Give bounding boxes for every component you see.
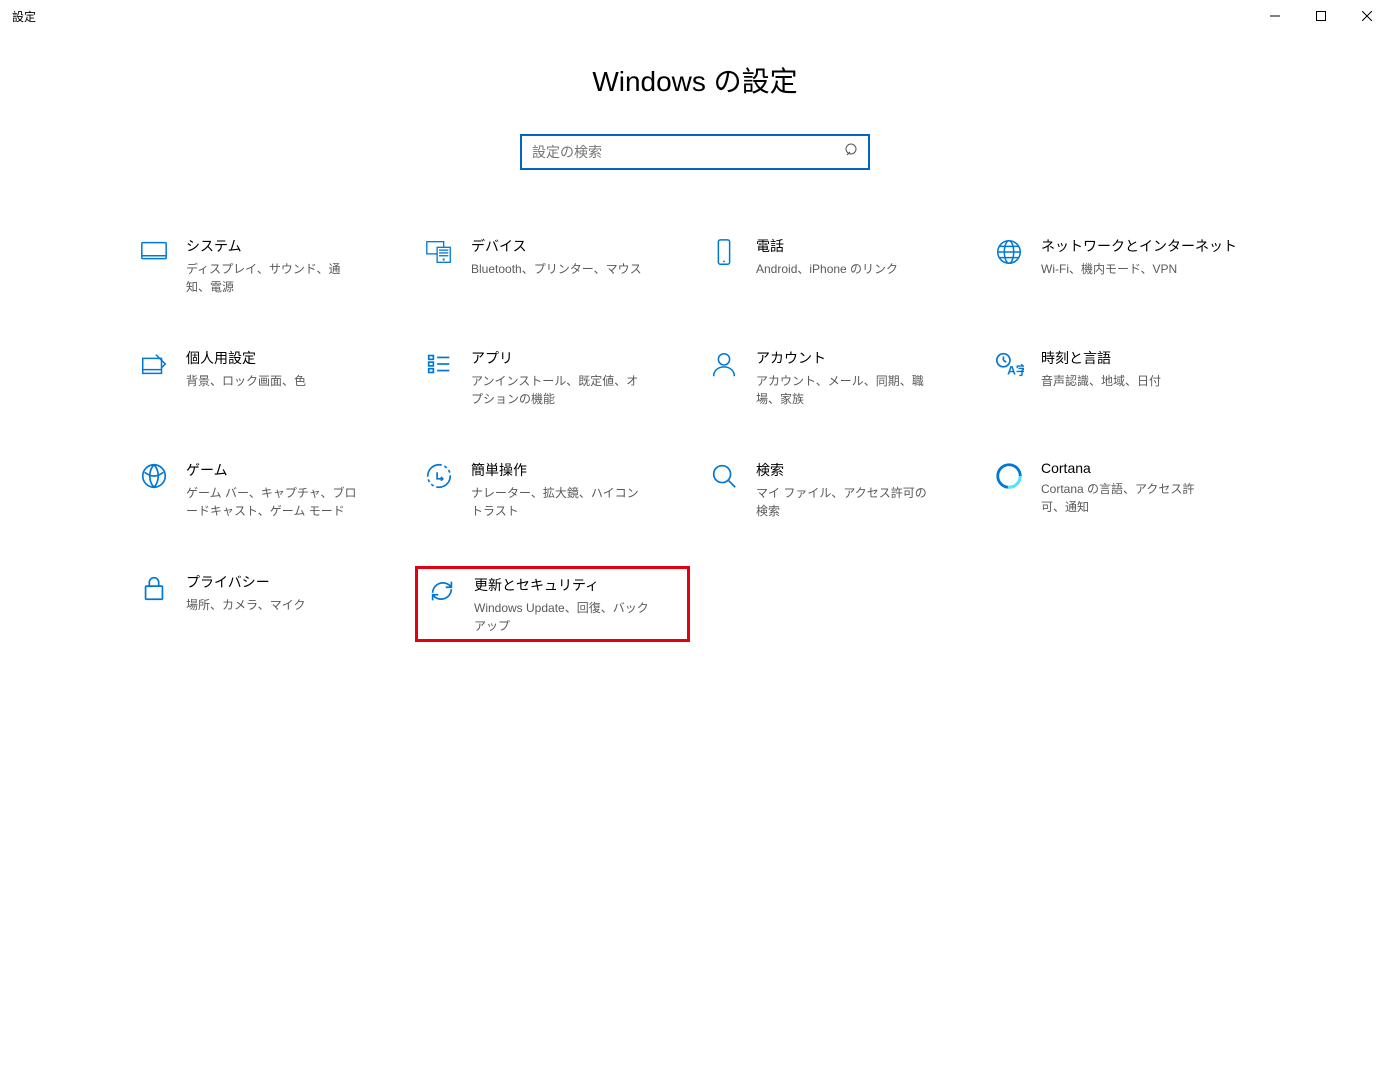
page-title: Windows の設定 (0, 60, 1390, 100)
window-title: 設定 (12, 8, 36, 25)
globe-icon (991, 234, 1027, 270)
tile-title: ゲーム (186, 460, 397, 480)
tile-title: 検索 (756, 460, 967, 480)
tile-subtitle: 音声認識、地域、日付 (1041, 372, 1216, 390)
tile-title: 簡単操作 (471, 460, 682, 480)
tile-title: ネットワークとインターネット (1041, 236, 1252, 256)
tile-subtitle: マイ ファイル、アクセス許可の検索 (756, 484, 931, 520)
tile-title: システム (186, 236, 397, 256)
tile-subtitle: Windows Update、回復、バックアップ (474, 599, 649, 635)
tile-gaming[interactable]: ゲーム ゲーム バー、キャプチャ、ブロードキャスト、ゲーム モード (130, 454, 405, 524)
tile-phone[interactable]: 電話 Android、iPhone のリンク (700, 230, 975, 300)
privacy-icon (136, 570, 172, 606)
tile-personalization[interactable]: 個人用設定 背景、ロック画面、色 (130, 342, 405, 412)
tile-title: 更新とセキュリティ (474, 575, 679, 595)
titlebar: 設定 (0, 0, 1390, 32)
svg-text:A字: A字 (1007, 362, 1024, 377)
search-container (0, 134, 1390, 170)
personalization-icon (136, 346, 172, 382)
tile-system[interactable]: システム ディスプレイ、サウンド、通知、電源 (130, 230, 405, 300)
tile-title: デバイス (471, 236, 682, 256)
tile-title: Cortana (1041, 460, 1252, 476)
search-category-icon (706, 458, 742, 494)
tile-subtitle: 背景、ロック画面、色 (186, 372, 361, 390)
tile-search[interactable]: 検索 マイ ファイル、アクセス許可の検索 (700, 454, 975, 524)
tile-accounts[interactable]: アカウント アカウント、メール、同期、職場、家族 (700, 342, 975, 412)
search-box[interactable] (520, 134, 870, 170)
tile-subtitle: Bluetooth、プリンター、マウス (471, 260, 646, 278)
tile-apps[interactable]: アプリ アンインストール、既定値、オプションの機能 (415, 342, 690, 412)
window-controls (1252, 0, 1390, 32)
tile-subtitle: ナレーター、拡大鏡、ハイコントラスト (471, 484, 646, 520)
tile-subtitle: ゲーム バー、キャプチャ、ブロードキャスト、ゲーム モード (186, 484, 361, 520)
search-icon (844, 142, 860, 163)
minimize-button[interactable] (1252, 0, 1298, 32)
time-language-icon: A字 (991, 346, 1027, 382)
maximize-button[interactable] (1298, 0, 1344, 32)
search-input[interactable] (532, 144, 844, 160)
tile-subtitle: Android、iPhone のリンク (756, 260, 931, 278)
settings-grid: システム ディスプレイ、サウンド、通知、電源 デバイス Bluetooth、プリ… (130, 230, 1260, 642)
ease-of-access-icon (421, 458, 457, 494)
tile-ease-of-access[interactable]: 簡単操作 ナレーター、拡大鏡、ハイコントラスト (415, 454, 690, 524)
system-icon (136, 234, 172, 270)
gaming-icon (136, 458, 172, 494)
tile-time-language[interactable]: A字 時刻と言語 音声認識、地域、日付 (985, 342, 1260, 412)
tile-network[interactable]: ネットワークとインターネット Wi-Fi、機内モード、VPN (985, 230, 1260, 300)
apps-icon (421, 346, 457, 382)
tile-title: 個人用設定 (186, 348, 397, 368)
tile-title: 電話 (756, 236, 967, 256)
update-icon (424, 573, 460, 609)
close-button[interactable] (1344, 0, 1390, 32)
tile-title: アカウント (756, 348, 967, 368)
tile-devices[interactable]: デバイス Bluetooth、プリンター、マウス (415, 230, 690, 300)
accounts-icon (706, 346, 742, 382)
cortana-icon (991, 458, 1027, 494)
tile-update-security[interactable]: 更新とセキュリティ Windows Update、回復、バックアップ (415, 566, 690, 642)
tile-title: アプリ (471, 348, 682, 368)
tile-subtitle: アンインストール、既定値、オプションの機能 (471, 372, 646, 408)
tile-subtitle: 場所、カメラ、マイク (186, 596, 361, 614)
phone-icon (706, 234, 742, 270)
tile-title: 時刻と言語 (1041, 348, 1252, 368)
tile-subtitle: ディスプレイ、サウンド、通知、電源 (186, 260, 361, 296)
devices-icon (421, 234, 457, 270)
tile-subtitle: アカウント、メール、同期、職場、家族 (756, 372, 931, 408)
tile-subtitle: Cortana の言語、アクセス許可、通知 (1041, 480, 1216, 516)
tile-title: プライバシー (186, 572, 397, 592)
tile-cortana[interactable]: Cortana Cortana の言語、アクセス許可、通知 (985, 454, 1260, 524)
tile-privacy[interactable]: プライバシー 場所、カメラ、マイク (130, 566, 405, 642)
tile-subtitle: Wi-Fi、機内モード、VPN (1041, 260, 1216, 278)
